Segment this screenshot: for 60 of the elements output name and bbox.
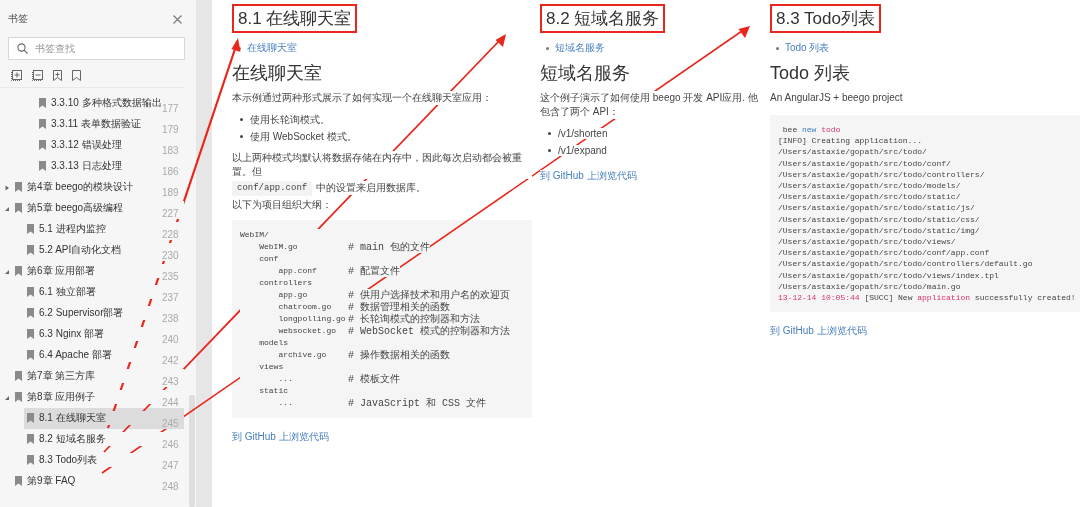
bookmark-item[interactable]: 第7章 第三方库 243 [12,366,184,387]
page-number: 227 [162,201,184,219]
bookmark-icon [39,140,46,150]
bookmark-icon [27,434,34,444]
bookmark-icon [15,203,22,213]
bookmark-icon [27,245,34,255]
paragraph: 以上两种模式均默认将数据存储在内存中，因此每次启动都会被重置。但 [232,151,532,179]
bookmark-icon [15,392,22,402]
page-heading: Todo 列表 [770,61,851,85]
github-link[interactable]: 到 GitHub 上浏览代码 [540,170,637,181]
inline-code: conf/app.conf [232,181,313,196]
bookmark-icon [27,329,34,339]
github-link[interactable]: 到 GitHub 上浏览代码 [770,325,867,337]
collapse-arrow-icon[interactable] [4,394,10,401]
bookmark-icon [15,266,22,276]
bullet-icon [548,149,551,152]
bookmark-icon [27,413,34,423]
callout-label: 8.1 在线聊天室 [232,4,358,33]
bookmark-icon [27,308,34,318]
bookmark-icon[interactable] [72,70,81,81]
bullet-icon [548,132,551,135]
bookmark-item[interactable]: 第5章 beego高级编程 227 [12,198,184,219]
bullet-icon [546,46,549,50]
bookmark-icon [15,182,22,192]
add-bookmark-icon[interactable] [53,70,62,81]
bookmark-icon [27,350,34,360]
expand-all-icon[interactable] [11,70,22,81]
bookmark-icon [15,476,22,486]
breadcrumb-link[interactable]: 在线聊天室 [247,41,297,55]
bookmark-icon [39,161,46,171]
paragraph: An AngularJS + beego project [770,91,903,105]
bookmark-icon [15,371,22,381]
breadcrumb-link[interactable]: Todo 列表 [785,41,830,55]
search-icon [17,43,28,54]
callout-label: 8.2 短域名服务 [540,4,666,33]
expand-arrow-icon[interactable] [4,184,10,191]
bookmark-icon [39,119,46,129]
page-number: 243 [162,369,184,387]
close-icon[interactable] [173,14,182,24]
page-heading: 短域名服务 [540,61,630,85]
panel-title: 书签 [8,12,28,26]
bullet-icon [776,46,779,50]
bookmark-icon [27,287,34,297]
bookmark-icon [27,224,34,234]
list-item: /v1/expand [558,145,607,156]
collapse-all-icon[interactable] [32,70,43,81]
collapse-arrow-icon[interactable] [4,268,10,275]
bookmark-icon [39,98,46,108]
scrollbar[interactable] [189,395,195,507]
paragraph: 这个例子演示了如何使用 beego 开发 API应用. 他包含了两个 API： [540,91,758,119]
bullet-icon [240,118,243,121]
bullet-icon [240,135,243,138]
callout-label: 8.3 Todo列表 [770,4,881,33]
page-heading: 在线聊天室 [232,61,322,85]
list-item: /v1/shorten [558,128,608,139]
breadcrumb-link[interactable]: 短域名服务 [555,41,605,55]
collapse-arrow-icon[interactable] [4,205,10,212]
bookmark-icon [27,455,34,465]
search-field[interactable]: 书签查找 [8,37,185,60]
github-link[interactable]: 到 GitHub 上浏览代码 [232,430,329,442]
